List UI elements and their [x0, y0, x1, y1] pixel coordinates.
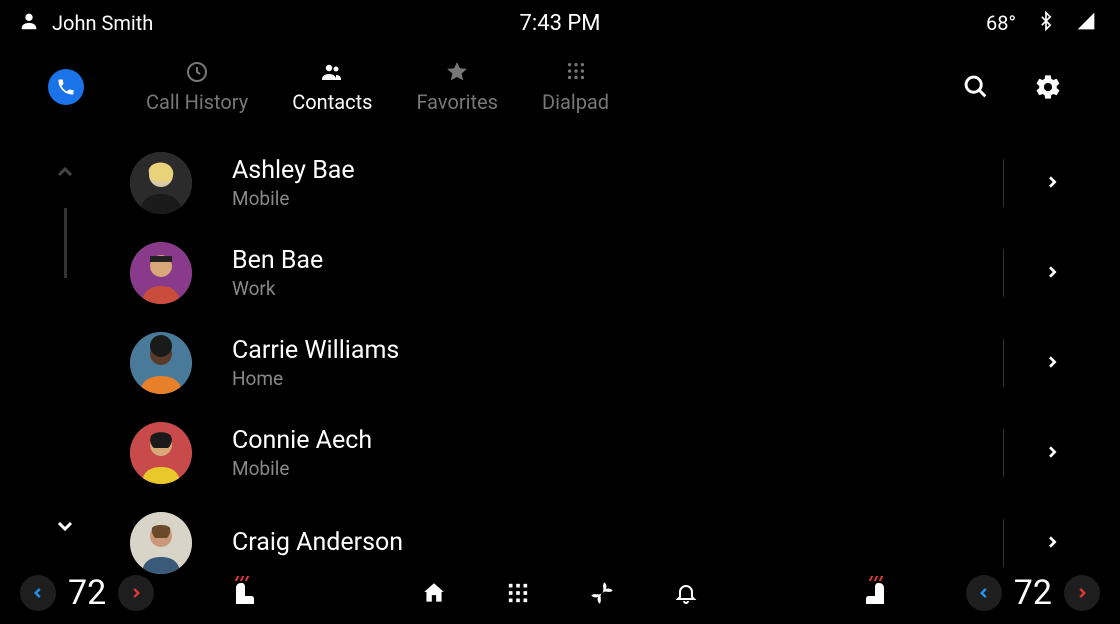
contacts-content: Ashley Bae Mobile Ben Bae Work — [0, 128, 1120, 562]
user-name: John Smith — [52, 11, 153, 35]
contact-name: Connie Aech — [232, 426, 1003, 455]
system-bar: 72 72 — [0, 562, 1120, 624]
tab-contacts[interactable]: Contacts — [270, 60, 394, 114]
dialpad-icon — [564, 60, 588, 84]
contact-detail-button[interactable] — [1044, 261, 1060, 285]
contact-type: Mobile — [232, 187, 1003, 210]
row-divider — [1003, 339, 1004, 387]
left-temperature: 72 — [68, 573, 106, 613]
contact-name: Ben Bae — [232, 246, 1003, 275]
row-divider — [1003, 519, 1004, 567]
notifications-button[interactable] — [672, 579, 700, 607]
tab-label: Dialpad — [542, 90, 609, 114]
status-bar: John Smith 7:43 PM 68° — [0, 0, 1120, 46]
left-climate-group: 72 — [20, 573, 154, 613]
row-divider — [1003, 249, 1004, 297]
contact-name: Craig Anderson — [232, 528, 1003, 557]
right-temperature: 72 — [1014, 573, 1052, 613]
contact-row[interactable]: Connie Aech Mobile — [130, 408, 1120, 498]
contacts-icon — [320, 60, 344, 84]
tab-label: Favorites — [416, 90, 498, 114]
row-divider — [1003, 429, 1004, 477]
clock: 7:43 PM — [520, 11, 601, 36]
contact-type: Work — [232, 277, 1003, 300]
scroll-column — [0, 128, 130, 562]
contact-detail-button[interactable] — [1044, 351, 1060, 375]
settings-button[interactable] — [1024, 63, 1072, 111]
tab-bar: Call History Contacts Favorites Dialpad — [0, 46, 1120, 128]
outside-temperature: 68° — [986, 11, 1016, 35]
tab-call-history[interactable]: Call History — [124, 60, 270, 114]
contact-detail-button[interactable] — [1044, 441, 1060, 465]
apps-button[interactable] — [504, 579, 532, 607]
contact-row[interactable]: Carrie Williams Home — [130, 318, 1120, 408]
tab-label: Call History — [146, 90, 248, 114]
right-seat-heater-button[interactable] — [862, 574, 892, 612]
row-divider — [1003, 159, 1004, 207]
signal-icon — [1076, 11, 1096, 36]
contact-detail-button[interactable] — [1044, 531, 1060, 555]
avatar — [130, 332, 192, 394]
contact-row[interactable]: Ashley Bae Mobile — [130, 138, 1120, 228]
avatar — [130, 242, 192, 304]
tab-favorites[interactable]: Favorites — [394, 60, 520, 114]
search-button[interactable] — [952, 63, 1000, 111]
contact-name: Carrie Williams — [232, 336, 1003, 365]
history-icon — [185, 60, 209, 84]
tab-label: Contacts — [292, 90, 372, 114]
home-button[interactable] — [420, 579, 448, 607]
right-temp-up-button[interactable] — [1064, 575, 1100, 611]
scrollbar-track[interactable] — [64, 208, 67, 278]
avatar — [130, 152, 192, 214]
right-climate-group: 72 — [966, 573, 1100, 613]
user-icon — [18, 10, 40, 37]
contact-type: Home — [232, 367, 1003, 390]
phone-app-icon[interactable] — [48, 69, 84, 105]
contact-row[interactable]: Ben Bae Work — [130, 228, 1120, 318]
right-temp-down-button[interactable] — [966, 575, 1002, 611]
hvac-fan-button[interactable] — [588, 579, 616, 607]
scroll-up-button[interactable] — [53, 160, 77, 188]
left-temp-down-button[interactable] — [20, 575, 56, 611]
left-temp-up-button[interactable] — [118, 575, 154, 611]
star-icon — [445, 60, 469, 84]
left-seat-heater-button[interactable] — [228, 574, 258, 612]
tab-dialpad[interactable]: Dialpad — [520, 60, 631, 114]
contact-name: Ashley Bae — [232, 156, 1003, 185]
contact-detail-button[interactable] — [1044, 171, 1060, 195]
avatar — [130, 422, 192, 484]
bluetooth-icon — [1036, 10, 1056, 37]
scroll-down-button[interactable] — [53, 514, 77, 542]
contacts-list[interactable]: Ashley Bae Mobile Ben Bae Work — [130, 128, 1120, 562]
contact-type: Mobile — [232, 457, 1003, 480]
